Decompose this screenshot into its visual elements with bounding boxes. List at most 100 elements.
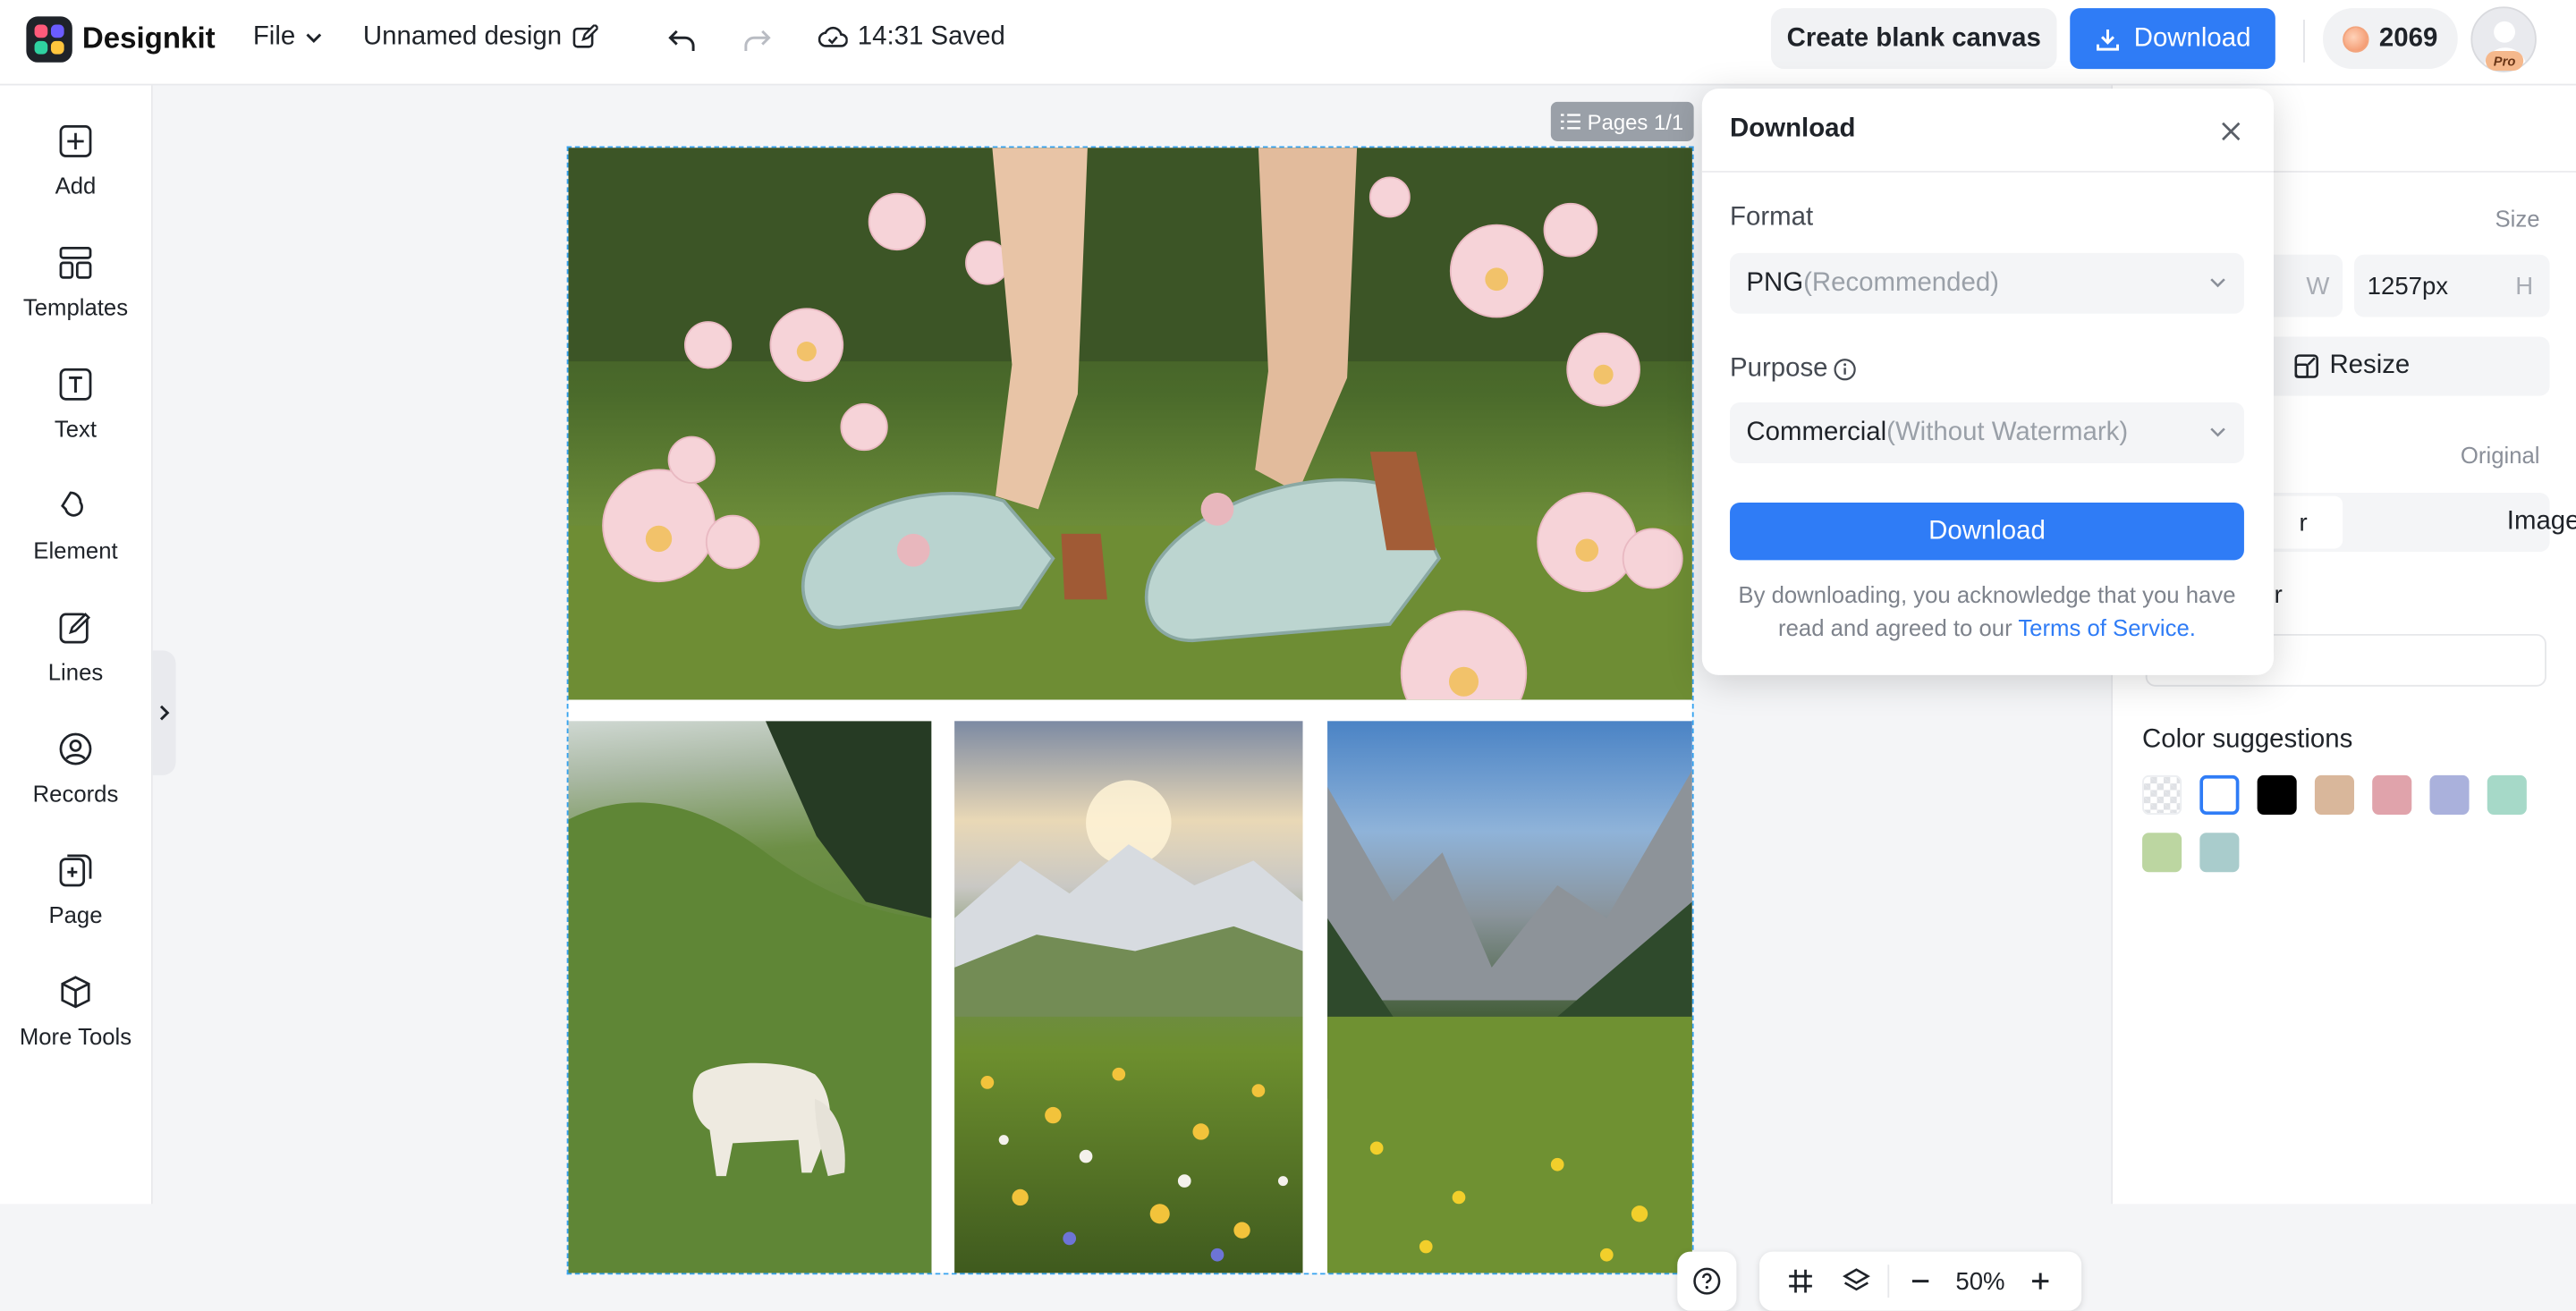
sidebar-item-label: More Tools	[19, 1023, 132, 1050]
zoom-out-button[interactable]	[1893, 1252, 1948, 1311]
pages-indicator[interactable]: Pages 1/1	[1550, 101, 1694, 141]
terms-of-service-link[interactable]: Terms of Service	[2018, 614, 2189, 640]
photo-mountain-wildflowers[interactable]	[954, 721, 1303, 1273]
sidebar-item-add[interactable]: Add	[0, 123, 151, 225]
pro-badge: Pro	[2485, 50, 2524, 71]
designkit-logo[interactable]	[26, 16, 72, 63]
sidebar-item-label: Page	[48, 901, 103, 928]
purpose-select[interactable]: Commercial (Without Watermark)	[1730, 402, 2244, 463]
user-circle-icon	[59, 732, 92, 765]
file-menu[interactable]: File	[253, 23, 325, 53]
close-button[interactable]	[2215, 115, 2248, 148]
size-label: Size	[2495, 205, 2540, 232]
create-blank-canvas-button[interactable]: Create blank canvas	[1770, 8, 2057, 70]
chevron-down-icon	[306, 33, 321, 43]
download-icon	[2096, 29, 2119, 50]
color-suggestions-label: Color suggestions	[2142, 725, 2353, 755]
list-icon	[1561, 114, 1581, 130]
confirm-download-button[interactable]: Download	[1730, 503, 2244, 561]
text-icon	[59, 368, 92, 401]
zoom-divider	[1887, 1264, 1889, 1298]
plus-icon	[2032, 1273, 2049, 1290]
swatch-black[interactable]	[2257, 774, 2297, 816]
cloud-check-icon	[818, 26, 848, 47]
sidebar-item-templates[interactable]: Templates	[0, 245, 151, 347]
sidebar-item-element[interactable]: Element	[0, 487, 151, 589]
photo-shoes-in-flowers[interactable]	[568, 148, 1692, 700]
edit-icon[interactable]	[572, 24, 598, 51]
download-button[interactable]: Download	[2070, 8, 2275, 70]
zoom-level[interactable]: 50%	[1948, 1267, 2012, 1295]
design-title[interactable]: Unnamed design	[363, 23, 598, 53]
swatch-transparent[interactable]	[2142, 774, 2182, 816]
sidebar-item-label: Templates	[22, 293, 129, 321]
sidebar-item-label: Records	[32, 780, 119, 807]
terms-note-end: .	[2189, 613, 2196, 641]
photo-valley-art	[1327, 770, 1692, 1273]
sidebar-collapse-toggle[interactable]	[152, 650, 176, 775]
swatch-mint[interactable]	[2487, 774, 2527, 816]
height-field[interactable]: 1257px H	[2353, 254, 2550, 317]
tab-color[interactable]: r	[2263, 495, 2343, 549]
popover-divider	[1701, 171, 2274, 173]
width-suffix: W	[2306, 271, 2330, 300]
sidebar-item-page[interactable]: Page	[0, 852, 151, 954]
popover-title: Download	[1730, 114, 1856, 143]
credits-badge[interactable]: 2069	[2323, 8, 2458, 70]
photo-cow-hillside[interactable]	[568, 721, 932, 1273]
height-value: 1257px	[2367, 271, 2449, 300]
sidebar-item-lines[interactable]: Lines	[0, 609, 151, 711]
photo-cow-art	[568, 721, 932, 1273]
info-icon[interactable]	[1833, 358, 1856, 381]
swatch-tan[interactable]	[2314, 774, 2354, 816]
zoom-in-button[interactable]	[2012, 1252, 2068, 1311]
purpose-label-text: Purpose	[1730, 354, 1828, 383]
sidebar-item-label: Element	[33, 537, 118, 563]
help-button[interactable]	[1677, 1251, 1737, 1311]
box-icon	[61, 976, 90, 1009]
sidebar-item-more-tools[interactable]: More Tools	[0, 974, 151, 1076]
top-header: Designkit File Unnamed design 14:31 Save…	[0, 0, 2576, 86]
background-type-segmented: r Images	[2260, 493, 2576, 553]
sidebar-item-records[interactable]: Records	[0, 731, 151, 833]
save-status-text: 14:31 Saved	[857, 22, 1005, 51]
layers-button[interactable]	[1828, 1252, 1884, 1311]
photo-alpine-valley[interactable]	[1327, 721, 1692, 1273]
resize-icon	[2294, 354, 2318, 378]
tab-images[interactable]: Images	[2507, 493, 2576, 552]
photo-shoes-art	[568, 148, 1692, 700]
hash-grid-icon	[1789, 1269, 1812, 1293]
credits-count: 2069	[2378, 23, 2438, 52]
templates-icon	[59, 246, 92, 279]
format-label-text: Format	[1730, 203, 1814, 232]
terms-note: By downloading, you acknowledge that you…	[1735, 579, 2240, 644]
original-link[interactable]: Original	[2461, 442, 2540, 468]
coin-icon	[2343, 25, 2369, 52]
purpose-note: (Without Watermark)	[1886, 418, 2129, 446]
page-add-icon	[59, 854, 92, 887]
avatar-head	[2494, 21, 2515, 43]
sidebar-item-text[interactable]: Text	[0, 367, 151, 469]
swatch-lavender[interactable]	[2429, 774, 2470, 816]
minus-icon	[1911, 1280, 1928, 1283]
format-select[interactable]: PNG (Recommended)	[1730, 252, 2244, 314]
pen-icon	[59, 613, 91, 644]
format-note: (Recommended)	[1803, 268, 1999, 297]
swatch-teal[interactable]	[2199, 833, 2240, 873]
download-button-label: Download	[2133, 23, 2251, 52]
help-icon	[1693, 1267, 1721, 1295]
plus-square-icon	[59, 125, 92, 157]
sidebar-item-label: Lines	[47, 658, 104, 685]
grid-button[interactable]	[1773, 1252, 1828, 1311]
layers-icon	[1842, 1268, 1870, 1291]
design-artboard[interactable]	[566, 146, 1694, 1275]
swatch-rose[interactable]	[2372, 774, 2412, 816]
swatch-white-selected[interactable]	[2199, 774, 2240, 816]
sidebar-item-label: Text	[54, 415, 97, 443]
resize-button[interactable]: Resize	[2260, 336, 2550, 396]
left-sidebar: Add Templates Text Element Lines Records…	[0, 85, 153, 1205]
redo-icon[interactable]	[740, 23, 775, 59]
purpose-value: Commercial	[1746, 418, 1887, 446]
swatch-sage[interactable]	[2142, 833, 2182, 873]
undo-icon[interactable]	[664, 23, 699, 59]
